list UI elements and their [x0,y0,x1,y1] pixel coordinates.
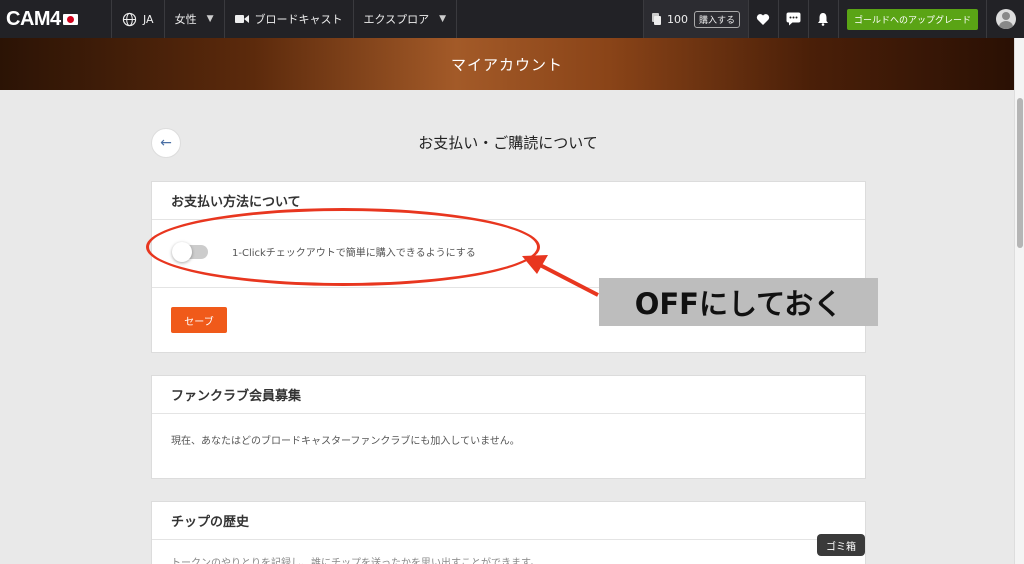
fanclub-card-title: ファンクラブ会員募集 [152,376,865,414]
gender-label: 女性 [174,13,197,26]
tip-history-text: トークンのやりとりを記録し、誰にチップを送ったかを思い出すことができます。 [171,558,540,564]
globe-icon [122,12,137,26]
arrow-left-icon: ← [160,135,172,151]
tip-history-card: チップの歴史 トークンのやりとりを記録し、誰にチップを送ったかを思い出すことがで… [151,501,866,564]
gender-dropdown[interactable]: 女性 ▼ [165,0,225,38]
annotation-callout: OFFにしておく [599,278,878,326]
broadcast-label: ブロードキャスト [254,13,343,26]
token-balance[interactable]: 100 購入する [642,0,748,38]
page-title: お支払い・ご購読について [418,134,598,152]
back-button[interactable]: ← [151,128,181,158]
chat-bubble-icon [786,12,801,26]
japan-flag-icon [62,13,78,25]
account-banner: マイアカウント [0,38,1014,90]
tip-history-title: チップの歴史 [152,502,865,540]
explore-dropdown[interactable]: エクスプロア ▼ [354,0,458,38]
notifications-button[interactable] [807,0,838,38]
save-button[interactable]: セーブ [171,307,227,333]
buy-tokens-button[interactable]: 購入する [693,10,740,28]
gold-upgrade-button[interactable]: ゴールドへのアップグレード [846,8,978,30]
language-selector[interactable]: JA [112,0,165,38]
top-navigation: CAM4 JA 女性 ▼ ブロードキャスト エクスプロア ▼ 100 購入する [0,0,1024,38]
chevron-down-icon: ▼ [439,14,447,24]
token-count: 100 [666,12,688,26]
fanclub-status-text: 現在、あなたはどのブロードキャスターファンクラブにも加入していません。 [171,436,520,447]
page-scrollbar[interactable] [1014,38,1024,564]
heart-icon [757,13,770,25]
scrollbar-thumb[interactable] [1017,98,1023,248]
favorites-button[interactable] [747,0,778,38]
video-camera-icon [234,15,249,23]
annotation-ellipse [146,208,540,286]
profile-menu[interactable] [986,0,1024,38]
upgrade-area: ゴールドへのアップグレード [837,0,986,38]
fanclub-card: ファンクラブ会員募集 現在、あなたはどのブロードキャスターファンクラブにも加入し… [151,375,866,479]
trash-tooltip: ゴミ箱 [817,534,865,556]
banner-title: マイアカウント [450,55,563,74]
avatar [995,9,1016,29]
logo-text: CAM4 [6,7,61,30]
bell-icon [818,13,829,26]
cam4-logo[interactable]: CAM4 [0,0,112,38]
token-icon [651,13,661,25]
messages-button[interactable] [777,0,808,38]
broadcast-link[interactable]: ブロードキャスト [225,0,354,38]
explore-label: エクスプロア [363,13,430,26]
language-label: JA [143,12,154,26]
chevron-down-icon: ▼ [206,14,214,24]
